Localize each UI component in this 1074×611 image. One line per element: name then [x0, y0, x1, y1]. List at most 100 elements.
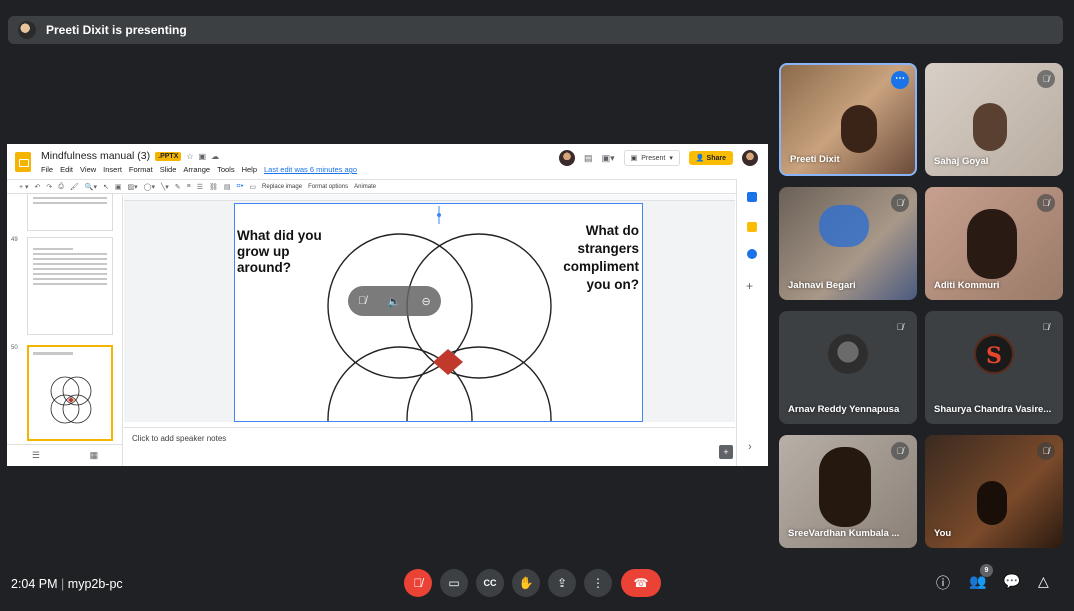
info-icon[interactable]: ⓘ [936, 573, 950, 593]
menu-slide[interactable]: Slide [160, 165, 177, 174]
account-avatar[interactable] [742, 150, 758, 166]
menu-file[interactable]: File [41, 165, 53, 174]
activities-icon[interactable]: △ [1038, 573, 1049, 590]
participant-name: Aditi Kommuri [934, 280, 1000, 291]
list-view-icon[interactable]: ☰ [32, 450, 40, 461]
mic-off-icon[interactable]: 🎙̸ [358, 295, 366, 307]
pen-icon[interactable]: ✎ [175, 183, 181, 191]
participant-name: Arnav Reddy Yennapusa [788, 404, 900, 415]
last-edit-link[interactable]: Last edit was 6 minutes ago [264, 165, 357, 174]
participant-tile[interactable]: 🎙̸ You [925, 435, 1063, 548]
line-icon[interactable]: ╲▾ [161, 183, 169, 191]
raise-hand-icon[interactable]: ✋ [512, 569, 540, 597]
participant-tile[interactable]: ⋯ Preeti Dixit [779, 63, 917, 176]
participant-name: Shaurya Chandra Vasire... [934, 404, 1052, 415]
thumb-text-line [33, 278, 107, 280]
share-lock-icon: 👤 [695, 155, 707, 162]
meet-icon[interactable]: ▣▾ [602, 153, 615, 164]
share-button[interactable]: 👤 Share [688, 151, 733, 165]
present-label: Present [641, 154, 666, 162]
redo-icon[interactable]: ↷ [46, 183, 52, 191]
image-icon[interactable]: ▨▾ [128, 183, 138, 191]
undo-icon[interactable]: ↶ [35, 183, 41, 191]
thumb-text-line [33, 197, 107, 199]
captions-icon[interactable]: CC [476, 569, 504, 597]
chevron-right-icon[interactable]: › [748, 441, 752, 453]
more-vert-icon[interactable]: ⋮ [584, 569, 612, 597]
more-options-icon[interactable]: ⋯ [891, 71, 909, 89]
participant-name: Preeti Dixit [790, 154, 840, 165]
participant-avatar [828, 333, 868, 374]
menu-insert[interactable]: Insert [103, 165, 122, 174]
star-icon[interactable]: ☆ [186, 152, 193, 161]
presenting-banner: Preeti Dixit is presenting [8, 16, 1063, 44]
paint-format-icon[interactable]: 🖌 [70, 183, 79, 191]
end-call-icon[interactable]: ☎ [621, 569, 661, 597]
present-dropdown-icon[interactable]: ▾ [669, 154, 673, 162]
floating-mute-controls: 🎙̸ 🔈 ⊖ [348, 286, 441, 316]
mic-off-icon[interactable]: 🎙̸ [404, 569, 432, 597]
participant-tile[interactable]: 🎙̸ Arnav Reddy Yennapusa [779, 311, 917, 424]
thumb-text-line [33, 248, 73, 250]
move-icon[interactable]: ▣ [199, 152, 207, 161]
slides-header: Mindfulness manual (3) .PPTX ☆ ▣ ☁ File … [7, 144, 768, 179]
participant-tile[interactable]: 🎙̸ Jahnavi Begari [779, 187, 917, 300]
textbox-icon[interactable]: ▣ [115, 183, 122, 191]
present-icon[interactable]: ⇪ [548, 569, 576, 597]
menu-view[interactable]: View [80, 165, 96, 174]
print-icon[interactable]: ⎙ [58, 183, 64, 191]
minus-circle-icon[interactable]: ⊖ [421, 295, 430, 308]
collaborator-avatar[interactable] [559, 150, 576, 166]
camera-icon[interactable]: ▭ [440, 569, 468, 597]
slide-thumbnail-selected[interactable] [27, 345, 113, 441]
doc-title[interactable]: Mindfulness manual (3) [41, 150, 150, 162]
menu-format[interactable]: Format [129, 165, 153, 174]
calendar-icon[interactable] [747, 192, 757, 202]
keep-icon[interactable] [747, 222, 757, 232]
menu-help[interactable]: Help [242, 165, 257, 174]
border-dash-icon[interactable]: ☰ [197, 183, 203, 191]
new-slide-icon[interactable]: + ▾ [19, 183, 29, 191]
participant-name: SreeVardhan Kumbala ... [788, 528, 900, 539]
participant-tile[interactable]: 🎙̸ SreeVardhan Kumbala ... [779, 435, 917, 548]
border-weight-icon[interactable]: ≡ [187, 183, 191, 190]
comment-add-icon[interactable]: ▤ [224, 183, 231, 191]
participant-tile[interactable]: 🎙̸ Aditi Kommuri [925, 187, 1063, 300]
grid-view-icon[interactable]: ▦ [90, 450, 99, 461]
clock-time: 2:04 PM [11, 577, 58, 591]
shape-icon[interactable]: ◯▾ [144, 183, 155, 191]
thumb-text-line [33, 283, 107, 285]
speaker-notes[interactable]: Click to add speaker notes [124, 427, 735, 466]
participant-tile[interactable]: S 🎙̸ Shaurya Chandra Vasire... [925, 311, 1063, 424]
slide-thumbnail[interactable] [27, 193, 113, 231]
add-addon-icon[interactable]: + [746, 279, 753, 293]
comment-icon[interactable]: ▤ [584, 153, 593, 164]
crop-icon[interactable]: ⌗▾ [237, 183, 244, 191]
volume-icon[interactable]: 🔈 [387, 295, 401, 308]
link-icon[interactable]: ⛓ [209, 183, 218, 191]
animate-button[interactable]: Animate [354, 184, 376, 190]
present-button[interactable]: ▣ Present ▾ [623, 150, 680, 166]
slide-thumbnail[interactable] [27, 237, 113, 335]
menu-edit[interactable]: Edit [60, 165, 73, 174]
cloud-icon[interactable]: ☁ [211, 152, 219, 161]
participant-video-face [841, 105, 877, 153]
participant-tile[interactable]: 🎙̸ Sahaj Goyal [925, 63, 1063, 176]
menu-tools[interactable]: Tools [217, 165, 235, 174]
tasks-icon[interactable] [747, 249, 757, 259]
menu-arrange[interactable]: Arrange [183, 165, 210, 174]
zoom-icon[interactable]: 🔍▾ [85, 183, 97, 191]
participant-video-face [977, 481, 1007, 525]
thumb-text-line [33, 202, 107, 204]
chat-icon[interactable]: 💬 [1003, 573, 1020, 590]
thumb-text-line [33, 253, 107, 255]
venn-diagram[interactable] [235, 204, 643, 422]
select-icon[interactable]: ↖ [103, 183, 109, 191]
participant-video-face [819, 447, 871, 527]
replace-image-button[interactable]: Replace image [262, 184, 302, 190]
mask-icon[interactable]: ▭ [249, 183, 256, 191]
file-type-badge: .PPTX [155, 151, 182, 161]
current-slide[interactable]: What did you grow up around? What do str… [234, 203, 643, 422]
explore-icon[interactable]: + [719, 445, 733, 459]
format-options-button[interactable]: Format options [308, 184, 348, 190]
